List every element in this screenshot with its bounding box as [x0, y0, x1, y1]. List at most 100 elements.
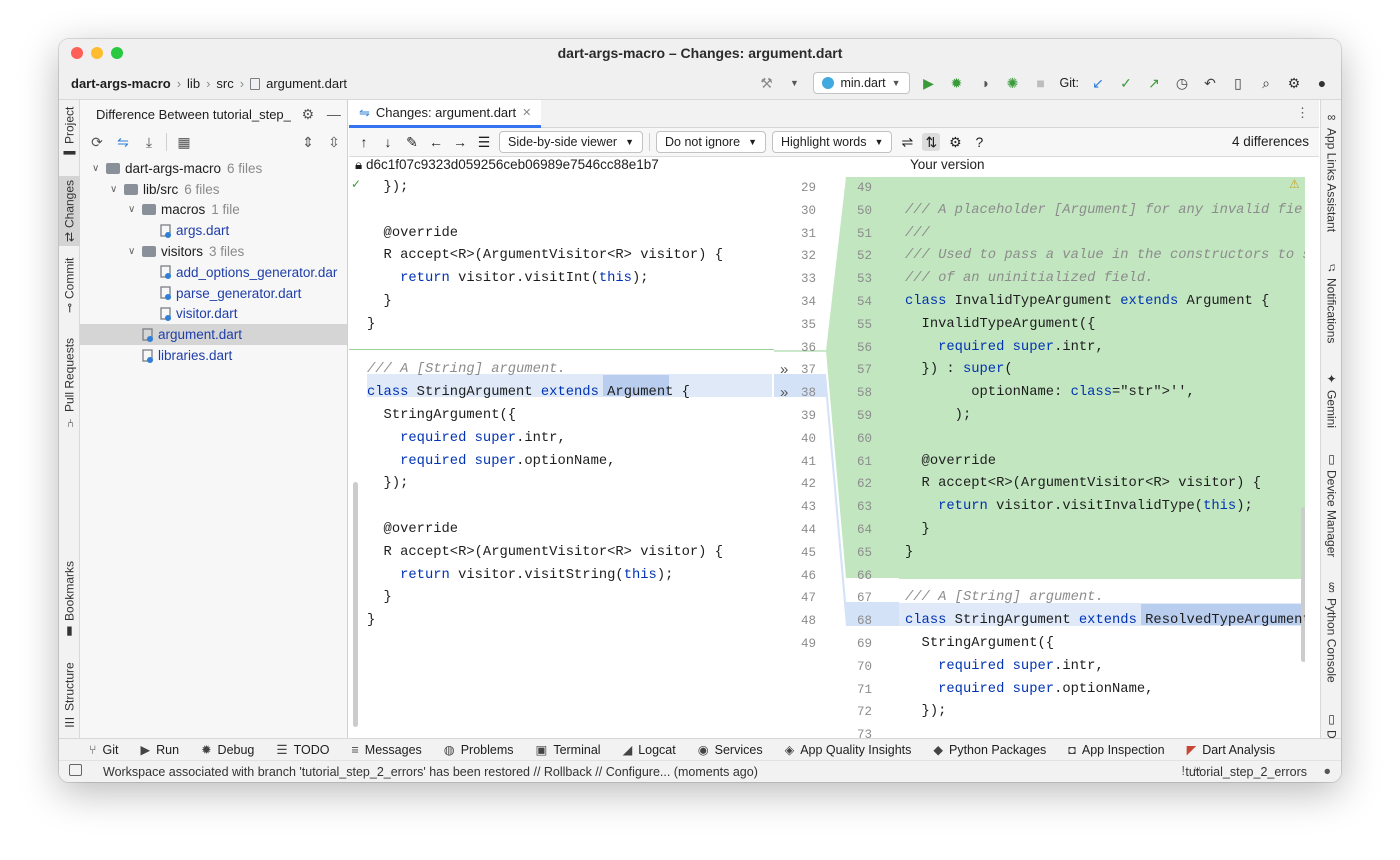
- chevron-down-icon[interactable]: ∨: [110, 184, 124, 195]
- tree-item[interactable]: argument.dart: [80, 324, 347, 346]
- left-scrollbar[interactable]: [353, 482, 358, 727]
- tree-item[interactable]: ∨ dart-args-macro 6 files: [80, 158, 347, 179]
- tab-changes-argument[interactable]: ⇋ Changes: argument.dart ✕: [349, 100, 542, 128]
- breadcrumb-file[interactable]: argument.dart: [266, 76, 347, 91]
- tree-item[interactable]: ∨ macros 1 file: [80, 200, 347, 221]
- tool-app-links[interactable]: ∞ App Links Assistant: [1321, 110, 1341, 240]
- minimize-button[interactable]: [91, 47, 103, 59]
- chevron-down-icon[interactable]: ▼: [785, 74, 803, 92]
- tool-window-problems[interactable]: ◍ Problems: [444, 742, 514, 758]
- tool-window-messages[interactable]: ≡ Messages: [352, 743, 422, 757]
- device-icon[interactable]: ▯: [1229, 74, 1247, 92]
- minimize-icon[interactable]: —: [325, 105, 343, 123]
- tool-window-git[interactable]: ⑂ Git: [89, 743, 119, 757]
- viewer-select[interactable]: Side-by-side viewer ▼: [499, 131, 643, 153]
- back-icon[interactable]: ←: [427, 133, 445, 151]
- tool-window-services[interactable]: ◉ Services: [698, 742, 763, 758]
- tool-structure[interactable]: ☰ Structure: [59, 660, 80, 732]
- breadcrumb-src[interactable]: src: [216, 76, 233, 91]
- tool-bookmarks[interactable]: ▮ Bookmarks: [59, 555, 80, 645]
- more-icon[interactable]: ⋮: [1296, 105, 1309, 121]
- git-push-icon[interactable]: ↗: [1145, 74, 1163, 92]
- tool-window-logcat[interactable]: ◢ Logcat: [623, 742, 676, 758]
- search-icon[interactable]: ⌕: [1257, 74, 1275, 92]
- breadcrumb-lib[interactable]: lib: [187, 76, 200, 91]
- tool-python-console[interactable]: § Python Console: [1321, 580, 1341, 690]
- tool-window-terminal[interactable]: ▣ Terminal: [536, 742, 601, 758]
- help-button[interactable]: ?: [970, 133, 988, 151]
- tool-device-manager[interactable]: ▯ Device Manager: [1321, 452, 1341, 562]
- breadcrumb-project[interactable]: dart-args-macro: [71, 76, 171, 91]
- account-icon[interactable]: ●: [1313, 74, 1331, 92]
- tool-window-python-packages[interactable]: ◆ Python Packages: [933, 742, 1046, 758]
- gear-icon[interactable]: ⚙: [946, 133, 964, 151]
- code-line: StringArgument({: [905, 636, 1055, 651]
- whitespace-select[interactable]: Do not ignore ▼: [656, 131, 766, 153]
- tool-window-run[interactable]: ▶ Run: [141, 742, 180, 758]
- chevron-down-icon[interactable]: ∨: [92, 163, 106, 174]
- close-icon[interactable]: ✕: [522, 106, 531, 119]
- compare-icon[interactable]: ⇋: [114, 133, 132, 151]
- download-icon[interactable]: ⤓: [140, 133, 158, 151]
- tool-device[interactable]: ▯ D: [1321, 712, 1341, 738]
- highlight-select[interactable]: Highlight words ▼: [771, 131, 893, 153]
- chevron-down-icon[interactable]: ∨: [128, 204, 142, 215]
- zoom-button[interactable]: [111, 47, 123, 59]
- coverage-icon[interactable]: ◑: [976, 74, 994, 92]
- run-icon[interactable]: ▶: [920, 74, 938, 92]
- tool-window-app-quality-insights[interactable]: ◈ App Quality Insights: [784, 742, 912, 758]
- right-scrollbar[interactable]: [1301, 507, 1305, 662]
- forward-icon[interactable]: →: [451, 133, 469, 151]
- right-code-pane[interactable]: ⚠ /// A placeholder [Argument] for any i…: [899, 177, 1305, 738]
- apply-change-icon[interactable]: »: [780, 361, 788, 378]
- apply-change-icon[interactable]: »: [780, 384, 788, 401]
- git-update-icon[interactable]: ↙: [1089, 74, 1107, 92]
- tree-item[interactable]: visitor.dart: [80, 304, 347, 325]
- history-icon[interactable]: ◷: [1173, 74, 1191, 92]
- hammer-icon[interactable]: ⚒: [757, 74, 775, 92]
- status-message[interactable]: Workspace associated with branch 'tutori…: [103, 765, 758, 779]
- tool-window-todo[interactable]: ☰ TODO: [276, 742, 329, 758]
- tool-project[interactable]: ▬ Project: [59, 100, 80, 168]
- tree-item[interactable]: libraries.dart: [80, 345, 347, 366]
- tool-gemini[interactable]: ✦ Gemini: [1321, 372, 1341, 442]
- collapse-all-icon[interactable]: ⇳: [325, 133, 343, 151]
- expand-all-icon[interactable]: ⇕: [299, 133, 317, 151]
- prev-diff-icon[interactable]: ↑: [355, 133, 373, 151]
- tree-item[interactable]: add_options_generator.dar: [80, 262, 347, 283]
- diamond-icon: ◈: [784, 743, 795, 757]
- tree-item[interactable]: ∨ lib/src 6 files: [80, 179, 347, 200]
- list-icon[interactable]: ☰: [475, 133, 493, 151]
- tree-item[interactable]: ∨ visitors 3 files: [80, 241, 347, 262]
- close-button[interactable]: [71, 47, 83, 59]
- left-code-pane[interactable]: ✓ }); @override R accept<R>(ArgumentVisi…: [349, 177, 774, 738]
- tool-window-dart-analysis[interactable]: ◤ Dart Analysis: [1187, 742, 1276, 758]
- layout-icon[interactable]: [69, 764, 82, 776]
- tree-item[interactable]: args.dart: [80, 220, 347, 241]
- sync-scroll-icon[interactable]: ⇅: [922, 133, 941, 151]
- account-icon[interactable]: ●: [1323, 764, 1331, 778]
- refresh-icon[interactable]: ⟳: [88, 133, 106, 151]
- tree-item[interactable]: parse_generator.dart: [80, 283, 347, 304]
- group-by-icon[interactable]: ▦: [175, 133, 193, 151]
- profile-icon[interactable]: ✺: [1004, 74, 1022, 92]
- code-line: optionName: class="str">'',: [905, 385, 1195, 401]
- branch-name[interactable]: tutorial_step_2_errors: [1185, 765, 1307, 779]
- tool-changes[interactable]: ⇄ Changes: [59, 176, 80, 246]
- collapse-unchanged-icon[interactable]: ⇌: [898, 133, 916, 151]
- rollback-icon[interactable]: ↶: [1201, 74, 1219, 92]
- chevron-down-icon[interactable]: ∨: [128, 246, 142, 257]
- tool-notifications[interactable]: ♫ Notifications: [1321, 260, 1341, 360]
- next-diff-icon[interactable]: ↓: [379, 133, 397, 151]
- tool-commit[interactable]: ⊸ Commit: [59, 252, 80, 318]
- edit-icon[interactable]: ✎: [403, 133, 421, 151]
- gear-icon[interactable]: ⚙: [1285, 74, 1303, 92]
- run-config-select[interactable]: min.dart ▼: [813, 72, 910, 94]
- tool-window-debug[interactable]: ✹ Debug: [201, 742, 254, 758]
- git-commit-icon[interactable]: ✓: [1117, 74, 1135, 92]
- tool-window-app-inspection[interactable]: ◘ App Inspection: [1068, 743, 1164, 757]
- stop-icon[interactable]: ■: [1032, 74, 1050, 92]
- gear-icon[interactable]: ⚙: [299, 105, 317, 123]
- tool-pull-requests[interactable]: ⑂ Pull Requests: [59, 328, 80, 438]
- debug-icon[interactable]: ✹: [948, 74, 966, 92]
